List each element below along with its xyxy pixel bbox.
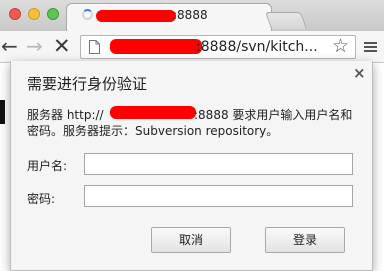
close-icon[interactable]: × xyxy=(353,64,366,82)
new-tab-button[interactable] xyxy=(264,12,308,29)
username-input[interactable] xyxy=(84,153,353,175)
username-label: 用户名: xyxy=(27,159,68,173)
url-text: :8888/svn/kitch... xyxy=(196,39,318,55)
login-button[interactable]: 登录 xyxy=(265,227,345,253)
dialog-message-suffix: :8888 要求用户输入用户名和 xyxy=(194,108,353,122)
page-fragment xyxy=(0,100,5,124)
zoom-window-button[interactable] xyxy=(47,8,59,20)
arrow-right-icon[interactable]: → xyxy=(26,34,43,58)
stop-icon[interactable]: ✕ xyxy=(53,34,71,58)
redaction-mark xyxy=(96,10,176,22)
dialog-title: 需要进行身份验证 xyxy=(27,75,148,93)
redaction-mark xyxy=(110,106,196,119)
close-window-button[interactable] xyxy=(9,8,21,20)
minimize-window-button[interactable] xyxy=(28,8,40,20)
star-icon[interactable]: ☆ xyxy=(332,34,349,58)
cancel-button[interactable]: 取消 xyxy=(151,227,231,253)
hamburger-menu-icon[interactable] xyxy=(364,42,377,54)
arrow-left-icon[interactable]: ← xyxy=(1,34,18,58)
dialog-message-hint: 密码。服务器提示：Subversion repository。 xyxy=(27,124,279,138)
dialog-message-prefix: 服务器 http:// xyxy=(27,108,104,122)
page-icon xyxy=(89,40,100,54)
password-label: 密码: xyxy=(27,192,56,206)
tab-title: :8888 xyxy=(173,8,208,22)
loading-spinner-icon xyxy=(82,9,93,20)
password-input[interactable] xyxy=(84,185,353,207)
redaction-mark xyxy=(110,39,202,54)
